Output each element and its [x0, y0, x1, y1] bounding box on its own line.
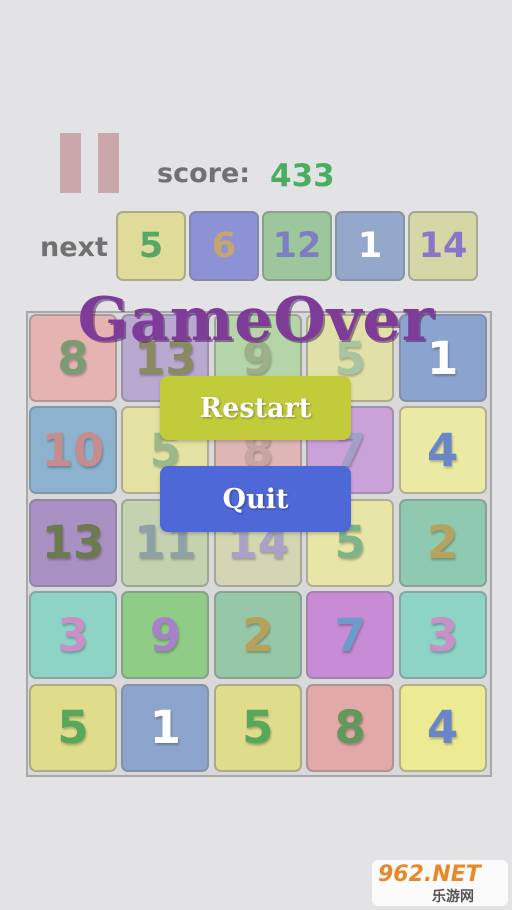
pause-button[interactable] [60, 133, 120, 193]
next-tile: 14 [408, 211, 478, 281]
board-tile-value: 2 [242, 608, 274, 662]
board-tile-value: 3 [57, 608, 89, 662]
board-tile[interactable]: 2 [398, 498, 487, 587]
board-tile-value: 10 [41, 423, 105, 477]
board-tile[interactable]: 4 [398, 406, 487, 495]
board-tile[interactable]: 13 [29, 498, 117, 587]
board-tile[interactable]: 5 [213, 683, 302, 772]
board-tile[interactable]: 5 [29, 683, 117, 772]
board-tile[interactable]: 2 [213, 591, 302, 680]
board-tile[interactable]: 10 [29, 406, 117, 495]
board-tile-value: 1 [149, 701, 182, 755]
next-tile: 6 [189, 211, 259, 281]
board-tile-value: 5 [242, 701, 274, 755]
next-tile: 1 [335, 211, 405, 281]
board-tile-value: 8 [334, 701, 366, 755]
watermark-main-text: 962.NET [378, 862, 481, 887]
board-tile-value: 3 [426, 608, 459, 662]
board-tile-value: 4 [426, 423, 459, 477]
board-tile[interactable]: 1 [121, 683, 210, 772]
board-tile-value: 2 [426, 516, 459, 570]
quit-button[interactable]: Quit [160, 466, 351, 532]
pause-bar-right [98, 133, 119, 193]
board-tile[interactable]: 4 [398, 683, 487, 772]
next-tile: 5 [116, 211, 186, 281]
score-value: 433 [270, 158, 335, 194]
board-tile-value: 9 [149, 608, 182, 662]
game-over-title: GameOver [77, 285, 435, 355]
board-tile[interactable]: 8 [306, 683, 395, 772]
board-tile[interactable]: 3 [29, 591, 117, 680]
pause-bar-left [60, 133, 81, 193]
board-tile[interactable]: 3 [398, 591, 487, 680]
watermark-sub-text: 乐游网 [432, 889, 474, 905]
board-tile[interactable]: 9 [121, 591, 210, 680]
board-tile[interactable]: 7 [306, 591, 395, 680]
watermark-logo: 962.NET 乐游网 [372, 860, 508, 906]
board-tile-value: 5 [57, 701, 89, 755]
board-tile-value: 4 [426, 701, 459, 755]
board-tile-value: 13 [41, 516, 105, 570]
restart-button[interactable]: Restart [160, 376, 351, 440]
board-tile-value: 7 [334, 608, 366, 662]
score-label: score: [157, 158, 251, 189]
next-tile: 12 [262, 211, 332, 281]
next-label: next [40, 232, 108, 263]
